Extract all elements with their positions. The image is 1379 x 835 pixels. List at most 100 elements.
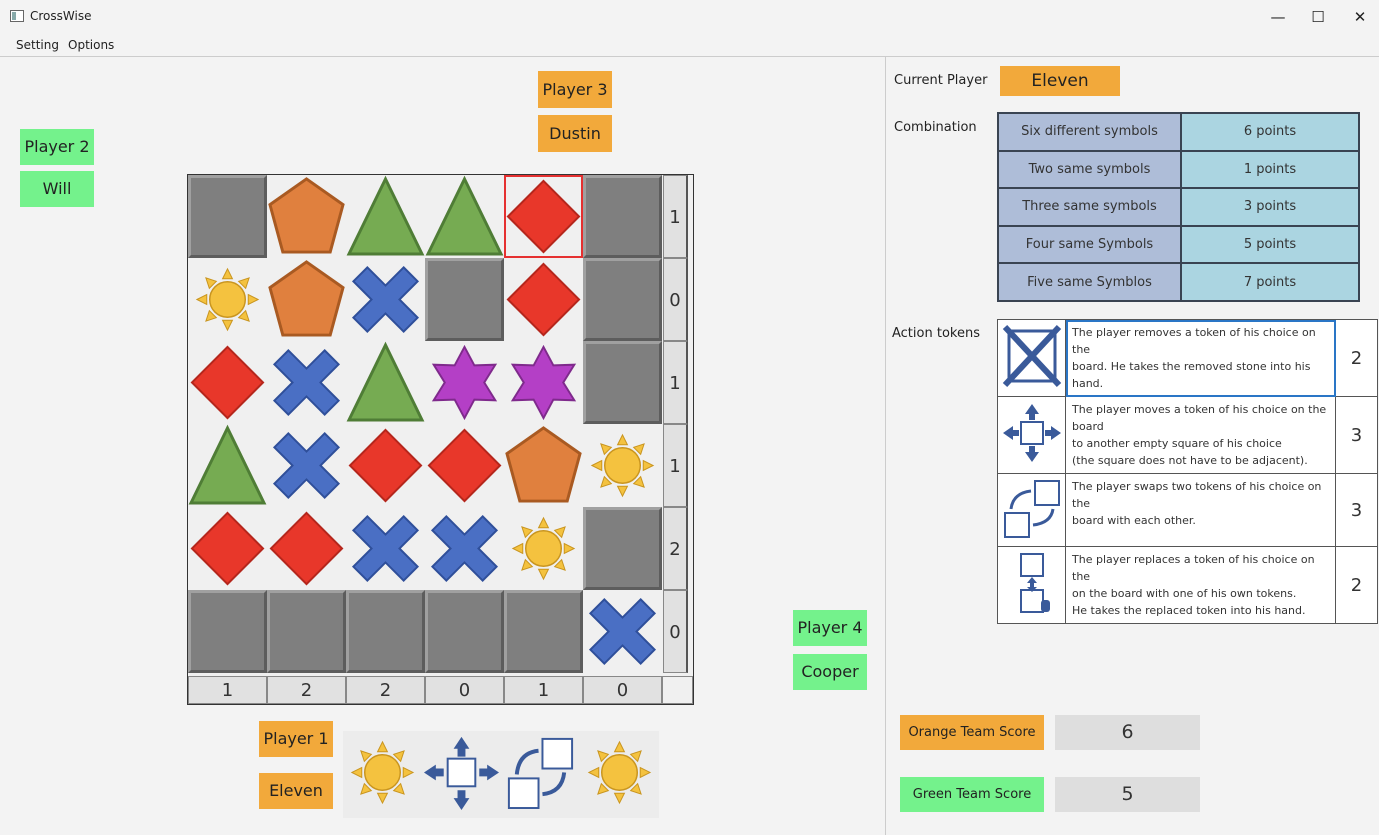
board-cell-empty[interactable] bbox=[504, 590, 583, 673]
move-icon[interactable] bbox=[997, 396, 1066, 474]
action-description: The player replaces a token of his choic… bbox=[1065, 546, 1336, 624]
board-cell-diamond-icon[interactable] bbox=[425, 424, 504, 507]
action-description: The player swaps two tokens of his choic… bbox=[1065, 473, 1336, 547]
table-row: Two same symbols 1 points bbox=[997, 149, 1360, 190]
board-cell-star-icon[interactable] bbox=[504, 341, 583, 424]
row-sum: 0 bbox=[663, 258, 688, 341]
action-row-swap[interactable]: The player swaps two tokens of his choic… bbox=[997, 473, 1378, 547]
action-row-move[interactable]: The player moves a token of his choice o… bbox=[997, 396, 1378, 474]
board-cell-empty[interactable] bbox=[425, 590, 504, 673]
combo-points: 6 points bbox=[1180, 112, 1360, 152]
board-cell-empty[interactable] bbox=[583, 507, 662, 590]
sum-corner bbox=[662, 676, 693, 704]
board-cell-diamond-icon[interactable] bbox=[504, 175, 583, 258]
action-row-remove[interactable]: The player removes a token of his choice… bbox=[997, 319, 1378, 397]
board-cell-diamond-icon[interactable] bbox=[346, 424, 425, 507]
combo-points: 3 points bbox=[1180, 187, 1360, 227]
row-sum: 2 bbox=[663, 507, 688, 590]
window-title: CrossWise bbox=[30, 9, 92, 23]
menu-setting[interactable]: Setting bbox=[16, 38, 59, 52]
board-cell-star-icon[interactable] bbox=[425, 341, 504, 424]
board-cell-empty[interactable] bbox=[188, 175, 267, 258]
player4-name: Cooper bbox=[793, 654, 867, 690]
board-cell-triangle-icon[interactable] bbox=[188, 424, 267, 507]
column-sum: 1 bbox=[188, 676, 267, 704]
player4-label: Player 4 bbox=[793, 610, 867, 646]
green-team-score-label: Green Team Score bbox=[900, 777, 1044, 812]
board-cell-empty[interactable] bbox=[267, 590, 346, 673]
maximize-button[interactable]: ☐ bbox=[1298, 5, 1338, 29]
orange-team-score-label: Orange Team Score bbox=[900, 715, 1044, 750]
board-cell-empty[interactable] bbox=[346, 590, 425, 673]
action-row-replace[interactable]: The player replaces a token of his choic… bbox=[997, 546, 1378, 624]
orange-team-score-value: 6 bbox=[1055, 715, 1200, 750]
menu-bar: Setting Options bbox=[0, 34, 1379, 57]
board-cell-cross-icon[interactable] bbox=[267, 341, 346, 424]
column-sum: 2 bbox=[267, 676, 346, 704]
minimize-button[interactable]: — bbox=[1258, 5, 1298, 29]
board-cell-sun-icon[interactable] bbox=[188, 258, 267, 341]
player3-label: Player 3 bbox=[538, 71, 612, 108]
board-cell-diamond-icon[interactable] bbox=[504, 258, 583, 341]
column-sum: 0 bbox=[425, 676, 504, 704]
row-sum: 1 bbox=[663, 341, 688, 424]
combo-name: Five same Symblos bbox=[997, 262, 1182, 302]
board-cell-empty[interactable] bbox=[583, 175, 662, 258]
column-sum: 0 bbox=[583, 676, 662, 704]
board-cell-empty[interactable] bbox=[188, 590, 267, 673]
player2-label: Player 2 bbox=[20, 129, 94, 165]
board-cell-sun-icon[interactable] bbox=[504, 507, 583, 590]
board-cell-cross-icon[interactable] bbox=[267, 424, 346, 507]
swap-icon[interactable] bbox=[997, 473, 1066, 547]
combination-label: Combination bbox=[894, 120, 977, 135]
board-cell-triangle-icon[interactable] bbox=[346, 341, 425, 424]
action-description: The player removes a token of his choice… bbox=[1065, 319, 1336, 397]
close-button[interactable]: ✕ bbox=[1340, 5, 1379, 29]
player1-label: Player 1 bbox=[259, 721, 333, 757]
title-bar: CrossWise — ☐ ✕ bbox=[0, 0, 1379, 34]
hand-token-move-icon[interactable] bbox=[422, 731, 501, 818]
combo-points: 1 points bbox=[1180, 149, 1360, 190]
board-cell-pentagon-icon[interactable] bbox=[267, 258, 346, 341]
board-cell-empty[interactable] bbox=[583, 341, 662, 424]
board-cell-triangle-icon[interactable] bbox=[346, 175, 425, 258]
board-cell-cross-icon[interactable] bbox=[425, 507, 504, 590]
combo-name: Six different symbols bbox=[997, 112, 1182, 152]
board-cell-triangle-icon[interactable] bbox=[425, 175, 504, 258]
table-row: Four same Symbols 5 points bbox=[997, 224, 1360, 265]
action-description: The player moves a token of his choice o… bbox=[1065, 396, 1336, 474]
board-cell-sun-icon[interactable] bbox=[583, 424, 662, 507]
board-cell-diamond-icon[interactable] bbox=[188, 341, 267, 424]
board-cell-diamond-icon[interactable] bbox=[267, 507, 346, 590]
player1-name: Eleven bbox=[259, 773, 333, 809]
board-cell-cross-icon[interactable] bbox=[346, 258, 425, 341]
combo-name: Two same symbols bbox=[997, 149, 1182, 190]
menu-options[interactable]: Options bbox=[68, 38, 114, 52]
hand-token-swap-icon[interactable] bbox=[501, 731, 580, 818]
board-cell-pentagon-icon[interactable] bbox=[504, 424, 583, 507]
current-player-label: Current Player bbox=[894, 73, 988, 88]
board-cell-cross-icon[interactable] bbox=[346, 507, 425, 590]
hand-token-sun-icon[interactable] bbox=[343, 731, 422, 818]
board-cell-cross-icon[interactable] bbox=[583, 590, 662, 673]
replace-icon[interactable] bbox=[997, 546, 1066, 624]
action-count: 2 bbox=[1335, 546, 1378, 624]
current-player-value: Eleven bbox=[1000, 66, 1120, 96]
player-hand bbox=[343, 731, 659, 818]
table-row: Three same symbols 3 points bbox=[997, 187, 1360, 227]
hand-token-sun-icon[interactable] bbox=[580, 731, 659, 818]
table-row: Six different symbols 6 points bbox=[997, 112, 1360, 152]
green-team-score-value: 5 bbox=[1055, 777, 1200, 812]
row-sum: 1 bbox=[663, 175, 688, 258]
board-cell-empty[interactable] bbox=[425, 258, 504, 341]
column-sum: 1 bbox=[504, 676, 583, 704]
remove-icon[interactable] bbox=[997, 319, 1066, 397]
player3-name: Dustin bbox=[538, 115, 612, 152]
row-sum: 0 bbox=[663, 590, 688, 673]
combo-points: 7 points bbox=[1180, 262, 1360, 302]
row-sum: 1 bbox=[663, 424, 688, 507]
board-cell-empty[interactable] bbox=[583, 258, 662, 341]
action-count: 3 bbox=[1335, 396, 1378, 474]
board-cell-diamond-icon[interactable] bbox=[188, 507, 267, 590]
board-cell-pentagon-icon[interactable] bbox=[267, 175, 346, 258]
